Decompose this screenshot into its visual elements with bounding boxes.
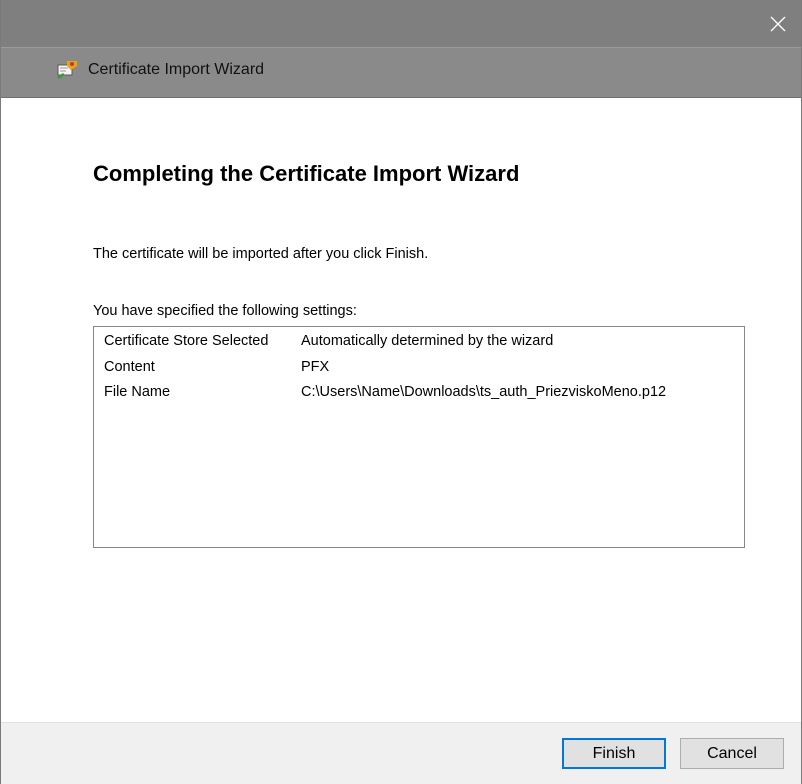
title-bar	[1, 0, 801, 47]
page-title: Completing the Certificate Import Wizard	[93, 161, 520, 186]
finish-button[interactable]: Finish	[562, 738, 666, 769]
button-bar: Finish Cancel	[1, 722, 801, 784]
settings-list[interactable]: Certificate Store Selected Automatically…	[93, 326, 745, 548]
setting-value: C:\Users\Name\Downloads\ts_auth_Priezvis…	[301, 384, 667, 400]
setting-value: PFX	[301, 359, 330, 375]
certificate-icon	[55, 58, 79, 82]
close-icon	[770, 16, 786, 31]
setting-key: File Name	[104, 384, 171, 400]
wizard-header: Certificate Import Wizard	[1, 47, 801, 98]
cancel-button[interactable]: Cancel	[680, 738, 784, 769]
setting-key: Certificate Store Selected	[104, 333, 269, 349]
intro-text: The certificate will be imported after y…	[93, 246, 429, 262]
window-title: Certificate Import Wizard	[88, 61, 265, 78]
close-button[interactable]	[755, 0, 801, 47]
setting-value: Automatically determined by the wizard	[301, 333, 554, 349]
setting-key: Content	[104, 359, 155, 375]
wizard-window: Certificate Import Wizard Completing the…	[0, 0, 802, 784]
settings-label: You have specified the following setting…	[93, 303, 357, 319]
